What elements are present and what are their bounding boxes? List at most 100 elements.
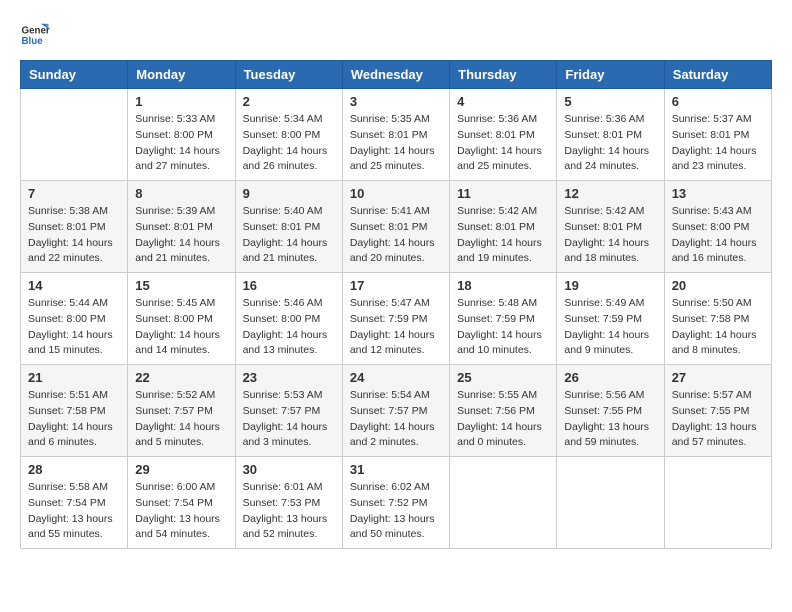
day-header-friday: Friday [557,61,664,89]
day-number: 11 [457,186,549,201]
calendar-cell: 7 Sunrise: 5:38 AMSunset: 8:01 PMDaylight… [21,181,128,273]
day-info: Sunrise: 5:42 AMSunset: 8:01 PMDaylight:… [457,204,549,267]
day-header-sunday: Sunday [21,61,128,89]
calendar-cell: 14 Sunrise: 5:44 AMSunset: 8:00 PMDayligh… [21,273,128,365]
calendar-cell: 18 Sunrise: 5:48 AMSunset: 7:59 PMDayligh… [450,273,557,365]
calendar-cell [664,457,771,549]
calendar-cell: 26 Sunrise: 5:56 AMSunset: 7:55 PMDayligh… [557,365,664,457]
calendar-cell: 6 Sunrise: 5:37 AMSunset: 8:01 PMDaylight… [664,89,771,181]
day-info: Sunrise: 5:45 AMSunset: 8:00 PMDaylight:… [135,296,227,359]
day-info: Sunrise: 5:42 AMSunset: 8:01 PMDaylight:… [564,204,656,267]
day-number: 9 [243,186,335,201]
day-number: 24 [350,370,442,385]
day-number: 25 [457,370,549,385]
day-number: 12 [564,186,656,201]
calendar-cell: 22 Sunrise: 5:52 AMSunset: 7:57 PMDayligh… [128,365,235,457]
calendar-cell: 5 Sunrise: 5:36 AMSunset: 8:01 PMDaylight… [557,89,664,181]
day-number: 14 [28,278,120,293]
day-info: Sunrise: 6:01 AMSunset: 7:53 PMDaylight:… [243,480,335,543]
calendar-cell: 10Sunrise: 5:41 AMSunset: 8:01 PMDayligh… [342,181,449,273]
day-header-thursday: Thursday [450,61,557,89]
day-number: 29 [135,462,227,477]
day-number: 18 [457,278,549,293]
day-number: 13 [672,186,764,201]
day-info: Sunrise: 5:56 AMSunset: 7:55 PMDaylight:… [564,388,656,451]
day-info: Sunrise: 5:52 AMSunset: 7:57 PMDaylight:… [135,388,227,451]
calendar-week-5: 28 Sunrise: 5:58 AMSunset: 7:54 PMDayligh… [21,457,772,549]
calendar-cell: 24 Sunrise: 5:54 AMSunset: 7:57 PMDayligh… [342,365,449,457]
calendar-cell [450,457,557,549]
calendar-cell: 11 Sunrise: 5:42 AMSunset: 8:01 PMDayligh… [450,181,557,273]
day-number: 7 [28,186,120,201]
day-info: Sunrise: 5:41 AMSunset: 8:01 PMDaylight:… [350,204,442,267]
day-info: Sunrise: 5:54 AMSunset: 7:57 PMDaylight:… [350,388,442,451]
day-info: Sunrise: 6:00 AMSunset: 7:54 PMDaylight:… [135,480,227,543]
day-number: 1 [135,94,227,109]
calendar-cell: 8Sunrise: 5:39 AMSunset: 8:01 PMDaylight… [128,181,235,273]
day-number: 28 [28,462,120,477]
calendar-cell: 17 Sunrise: 5:47 AMSunset: 7:59 PMDayligh… [342,273,449,365]
logo-icon: General Blue [20,20,50,50]
day-info: Sunrise: 5:50 AMSunset: 7:58 PMDaylight:… [672,296,764,359]
calendar-cell: 27Sunrise: 5:57 AMSunset: 7:55 PMDayligh… [664,365,771,457]
calendar-cell [21,89,128,181]
day-header-wednesday: Wednesday [342,61,449,89]
calendar-cell: 1 Sunrise: 5:33 AMSunset: 8:00 PMDaylight… [128,89,235,181]
calendar-cell: 30 Sunrise: 6:01 AMSunset: 7:53 PMDayligh… [235,457,342,549]
calendar-cell: 13 Sunrise: 5:43 AMSunset: 8:00 PMDayligh… [664,181,771,273]
day-info: Sunrise: 5:40 AMSunset: 8:01 PMDaylight:… [243,204,335,267]
day-header-tuesday: Tuesday [235,61,342,89]
calendar-cell [557,457,664,549]
calendar-cell: 12 Sunrise: 5:42 AMSunset: 8:01 PMDayligh… [557,181,664,273]
day-number: 17 [350,278,442,293]
day-info: Sunrise: 5:38 AMSunset: 8:01 PMDaylight:… [28,204,120,267]
calendar-cell: 29 Sunrise: 6:00 AMSunset: 7:54 PMDayligh… [128,457,235,549]
day-number: 30 [243,462,335,477]
day-header-monday: Monday [128,61,235,89]
day-info: Sunrise: 5:35 AMSunset: 8:01 PMDaylight:… [350,112,442,175]
day-number: 4 [457,94,549,109]
calendar-cell: 16Sunrise: 5:46 AMSunset: 8:00 PMDayligh… [235,273,342,365]
calendar-week-4: 21Sunrise: 5:51 AMSunset: 7:58 PMDayligh… [21,365,772,457]
day-number: 6 [672,94,764,109]
day-number: 23 [243,370,335,385]
day-info: Sunrise: 5:53 AMSunset: 7:57 PMDaylight:… [243,388,335,451]
day-header-saturday: Saturday [664,61,771,89]
day-number: 27 [672,370,764,385]
day-info: Sunrise: 5:49 AMSunset: 7:59 PMDaylight:… [564,296,656,359]
calendar-week-1: 1 Sunrise: 5:33 AMSunset: 8:00 PMDaylight… [21,89,772,181]
calendar-cell: 15 Sunrise: 5:45 AMSunset: 8:00 PMDayligh… [128,273,235,365]
day-info: Sunrise: 5:47 AMSunset: 7:59 PMDaylight:… [350,296,442,359]
day-info: Sunrise: 5:51 AMSunset: 7:58 PMDaylight:… [28,388,120,451]
calendar: SundayMondayTuesdayWednesdayThursdayFrid… [20,60,772,549]
calendar-cell: 3 Sunrise: 5:35 AMSunset: 8:01 PMDaylight… [342,89,449,181]
calendar-cell: 25 Sunrise: 5:55 AMSunset: 7:56 PMDayligh… [450,365,557,457]
day-number: 26 [564,370,656,385]
day-number: 15 [135,278,227,293]
day-info: Sunrise: 5:58 AMSunset: 7:54 PMDaylight:… [28,480,120,543]
svg-text:General: General [22,26,51,37]
calendar-week-2: 7 Sunrise: 5:38 AMSunset: 8:01 PMDaylight… [21,181,772,273]
day-info: Sunrise: 5:44 AMSunset: 8:00 PMDaylight:… [28,296,120,359]
day-info: Sunrise: 5:46 AMSunset: 8:00 PMDaylight:… [243,296,335,359]
day-info: Sunrise: 5:48 AMSunset: 7:59 PMDaylight:… [457,296,549,359]
day-info: Sunrise: 5:37 AMSunset: 8:01 PMDaylight:… [672,112,764,175]
calendar-cell: 21Sunrise: 5:51 AMSunset: 7:58 PMDayligh… [21,365,128,457]
day-info: Sunrise: 5:55 AMSunset: 7:56 PMDaylight:… [457,388,549,451]
calendar-cell: 9 Sunrise: 5:40 AMSunset: 8:01 PMDaylight… [235,181,342,273]
day-info: Sunrise: 5:36 AMSunset: 8:01 PMDaylight:… [564,112,656,175]
logo: General Blue [20,20,50,50]
day-number: 19 [564,278,656,293]
day-number: 5 [564,94,656,109]
day-info: Sunrise: 5:34 AMSunset: 8:00 PMDaylight:… [243,112,335,175]
day-info: Sunrise: 5:43 AMSunset: 8:00 PMDaylight:… [672,204,764,267]
day-number: 2 [243,94,335,109]
calendar-cell: 23 Sunrise: 5:53 AMSunset: 7:57 PMDayligh… [235,365,342,457]
calendar-cell: 2 Sunrise: 5:34 AMSunset: 8:00 PMDaylight… [235,89,342,181]
day-number: 31 [350,462,442,477]
calendar-cell: 28 Sunrise: 5:58 AMSunset: 7:54 PMDayligh… [21,457,128,549]
calendar-week-3: 14 Sunrise: 5:44 AMSunset: 8:00 PMDayligh… [21,273,772,365]
day-info: Sunrise: 5:33 AMSunset: 8:00 PMDaylight:… [135,112,227,175]
day-number: 22 [135,370,227,385]
day-number: 3 [350,94,442,109]
